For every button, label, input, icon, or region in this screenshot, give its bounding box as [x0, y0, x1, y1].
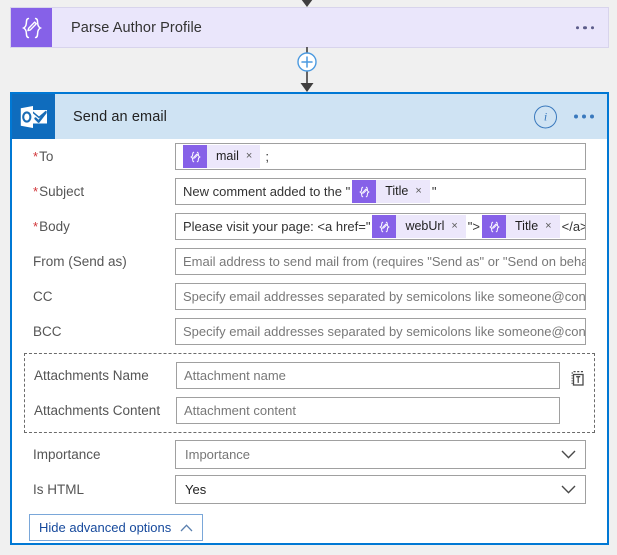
- token-braces-icon: [183, 145, 207, 168]
- form-row-attachments-name: Attachments Name Attachment name: [25, 358, 594, 393]
- braces-pencil-icon: [11, 8, 52, 47]
- form-row-subject: *Subject New comment added to the " Titl…: [12, 174, 607, 209]
- from-send-as-input[interactable]: Email address to send mail from (require…: [175, 248, 586, 275]
- token-braces-icon: [482, 215, 507, 238]
- to-trailing-text: ;: [265, 149, 269, 164]
- token-weburl[interactable]: webUrl ×: [372, 215, 466, 238]
- body-text-3: </a>: [561, 219, 586, 234]
- body-input[interactable]: Please visit your page: <a href=" webUrl…: [175, 213, 586, 240]
- token-label: webUrl: [405, 219, 445, 234]
- token-remove-icon[interactable]: ×: [246, 151, 260, 162]
- form-row-body: *Body Please visit your page: <a href=" …: [12, 209, 607, 244]
- subject-input[interactable]: New comment added to the " Title × ": [175, 178, 586, 205]
- token-remove-icon[interactable]: ×: [545, 221, 559, 232]
- form-row-to: *To mail × ;: [12, 139, 607, 174]
- parse-more-options-icon[interactable]: [575, 25, 594, 30]
- importance-value: Importance: [185, 447, 251, 462]
- parse-action-title: Parse Author Profile: [71, 19, 202, 36]
- field-label-cc: CC: [33, 289, 53, 304]
- required-asterisk: *: [33, 219, 39, 234]
- token-title[interactable]: Title ×: [482, 215, 560, 238]
- action-card-send-an-email[interactable]: Send an email i *To mail × ; *Subject Ne…: [10, 92, 609, 545]
- subject-text-1: New comment added to the ": [183, 184, 351, 199]
- card-header[interactable]: Send an email i: [12, 94, 607, 139]
- form-row-importance: Importance Importance: [12, 437, 607, 472]
- chevron-down-icon: [561, 450, 576, 459]
- importance-dropdown[interactable]: Importance: [175, 440, 586, 469]
- to-input[interactable]: mail × ;: [175, 143, 586, 170]
- required-asterisk: *: [33, 149, 39, 164]
- field-label-to: *To: [33, 149, 54, 164]
- token-remove-icon[interactable]: ×: [451, 221, 465, 232]
- cc-input[interactable]: Specify email addresses separated by sem…: [175, 283, 586, 310]
- bcc-input[interactable]: Specify email addresses separated by sem…: [175, 318, 586, 345]
- flow-designer-canvas: Parse Author Profile Send an email i *To…: [0, 0, 617, 555]
- token-label: mail: [216, 149, 239, 164]
- field-label-importance: Importance: [33, 447, 101, 462]
- info-icon[interactable]: i: [534, 105, 557, 128]
- required-asterisk: *: [33, 184, 39, 199]
- form-row-bcc: BCC Specify email addresses separated by…: [12, 314, 607, 349]
- add-step-connector[interactable]: [297, 47, 317, 92]
- attachments-name-input[interactable]: Attachment name: [176, 362, 560, 389]
- field-label-from-send-as: From (Send as): [33, 254, 127, 269]
- card-more-options-icon[interactable]: [574, 114, 594, 119]
- form-row-from-send-as: From (Send as) Email address to send mai…: [12, 244, 607, 279]
- field-label-bcc: BCC: [33, 324, 62, 339]
- body-text-2: ">: [467, 219, 481, 234]
- hide-advanced-options-label: Hide advanced options: [39, 520, 172, 535]
- field-label-body: *Body: [33, 219, 70, 234]
- form-row-attachments-content: Attachments Content Attachment content: [25, 393, 594, 428]
- attachments-content-input[interactable]: Attachment content: [176, 397, 560, 424]
- incoming-connector-arrow: [301, 0, 313, 7]
- body-text-1: Please visit your page: <a href=": [183, 219, 371, 234]
- chevron-down-icon: [561, 485, 576, 494]
- card-header-actions: i: [534, 105, 594, 128]
- subject-text-2: ": [431, 184, 437, 199]
- is-html-dropdown[interactable]: Yes: [175, 475, 586, 504]
- card-title: Send an email: [73, 108, 167, 125]
- card-form: *To mail × ; *Subject New comment added …: [12, 139, 607, 541]
- form-row-is-html: Is HTML Yes: [12, 472, 607, 507]
- field-label-attachments-name: Attachments Name: [34, 368, 149, 383]
- field-label-attachments-content: Attachments Content: [34, 403, 161, 418]
- token-remove-icon[interactable]: ×: [415, 186, 429, 197]
- form-row-cc: CC Specify email addresses separated by …: [12, 279, 607, 314]
- attachments-group: Attachments Name Attachment name Attachm…: [24, 353, 595, 433]
- token-title[interactable]: Title ×: [352, 180, 430, 203]
- outlook-icon: [12, 94, 55, 139]
- token-braces-icon: [352, 180, 377, 203]
- chevron-up-icon: [180, 523, 193, 531]
- field-label-is-html: Is HTML: [33, 482, 85, 497]
- hide-advanced-options-button[interactable]: Hide advanced options: [29, 514, 204, 541]
- field-label-subject: *Subject: [33, 184, 85, 199]
- token-braces-icon: [372, 215, 397, 238]
- token-mail[interactable]: mail ×: [183, 145, 261, 168]
- advanced-options-row: Hide advanced options: [12, 514, 607, 541]
- action-card-parse-author-profile[interactable]: Parse Author Profile: [10, 7, 609, 48]
- is-html-value: Yes: [185, 482, 207, 497]
- token-label: Title: [515, 219, 539, 234]
- token-label: Title: [385, 184, 409, 199]
- delete-attachment-icon[interactable]: [568, 368, 588, 388]
